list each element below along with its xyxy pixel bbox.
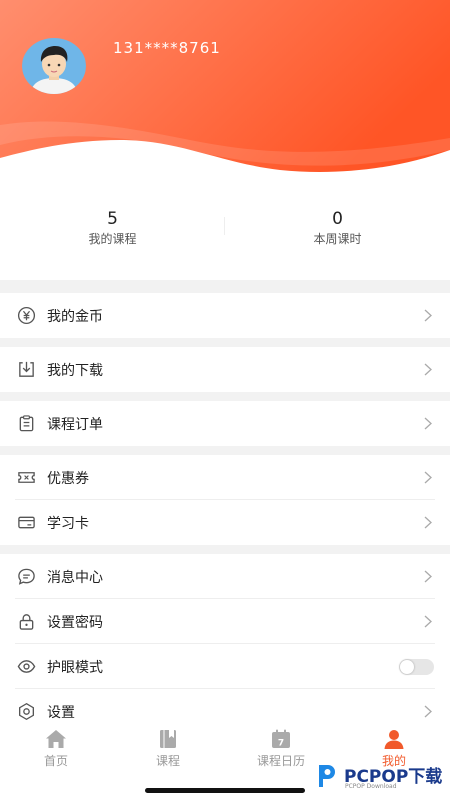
home-icon [46, 730, 66, 748]
message-icon [18, 568, 35, 585]
download-icon [19, 361, 34, 377]
stat-my-courses[interactable]: 5 我的课程 [0, 209, 225, 247]
menu-label: 我的下载 [47, 363, 103, 379]
menu-item-study-card[interactable]: 学习卡 [0, 500, 450, 545]
chevron-right-icon [424, 309, 432, 322]
menu-item-downloads[interactable]: 我的下载 [0, 347, 450, 392]
menu-label: 设置 [47, 705, 75, 721]
calendar-badge: 7 [278, 739, 284, 749]
menu-label: 课程订单 [47, 417, 103, 433]
chevron-right-icon [424, 615, 432, 628]
person-icon [384, 730, 404, 749]
clipboard-icon [19, 415, 34, 432]
menu-item-coupons[interactable]: 优惠券 [0, 455, 450, 500]
yuan-coin-icon [17, 306, 36, 325]
eye-mode-toggle[interactable] [399, 659, 434, 675]
pcpop-logo-icon [311, 760, 341, 790]
chevron-right-icon [424, 570, 432, 583]
pcpop-watermark: PCPOP下载 PCPOP Download [310, 757, 450, 797]
section-gap [0, 446, 450, 455]
section-gap [0, 392, 450, 401]
stats-panel: 5 我的课程 0 本周课时 [0, 195, 450, 265]
tab-label: 首页 [43, 754, 68, 768]
profile-header: 131****8761 [0, 0, 450, 180]
menu-item-coins[interactable]: 我的金币 [0, 293, 450, 338]
menu-label: 设置密码 [47, 615, 103, 631]
settings-icon [18, 702, 35, 721]
menu-item-set-password[interactable]: 设置密码 [0, 599, 450, 644]
tab-label: 课程 [155, 754, 180, 768]
chevron-right-icon [424, 363, 432, 376]
eye-icon [17, 660, 36, 673]
tab-home[interactable]: 首页 [0, 728, 112, 769]
menu-item-orders[interactable]: 课程订单 [0, 401, 450, 446]
stat-label: 本周课时 [313, 232, 362, 246]
watermark-sub: PCPOP Download [345, 783, 397, 790]
section-gap [0, 280, 450, 293]
coupon-icon [18, 472, 35, 483]
phone-number: 131****8761 [113, 39, 221, 57]
calendar-icon: 7 [272, 729, 290, 749]
chevron-right-icon [424, 516, 432, 529]
menu-item-eye-mode: 护眼模式 [0, 644, 450, 689]
menu-label: 优惠券 [47, 471, 89, 487]
book-icon [160, 730, 176, 748]
avatar[interactable] [22, 38, 86, 94]
toggle-knob [400, 660, 414, 674]
stat-week-hours[interactable]: 0 本周课时 [225, 209, 450, 247]
avatar-image [22, 38, 86, 94]
stat-value: 5 [107, 209, 118, 229]
menu-label: 我的金币 [47, 309, 103, 325]
menu-item-messages[interactable]: 消息中心 [0, 554, 450, 599]
stat-value: 0 [332, 209, 343, 229]
card-icon [18, 516, 35, 529]
lock-icon [19, 614, 34, 630]
menu-label: 护眼模式 [47, 660, 103, 676]
section-gap [0, 338, 450, 347]
menu-label: 消息中心 [47, 570, 103, 586]
chevron-right-icon [424, 471, 432, 484]
chevron-right-icon [424, 705, 432, 718]
stat-label: 我的课程 [88, 232, 137, 246]
chevron-right-icon [424, 417, 432, 430]
home-indicator [145, 788, 305, 793]
menu-label: 学习卡 [47, 516, 89, 532]
section-gap [0, 545, 450, 554]
tab-courses[interactable]: 课程 [112, 728, 224, 769]
